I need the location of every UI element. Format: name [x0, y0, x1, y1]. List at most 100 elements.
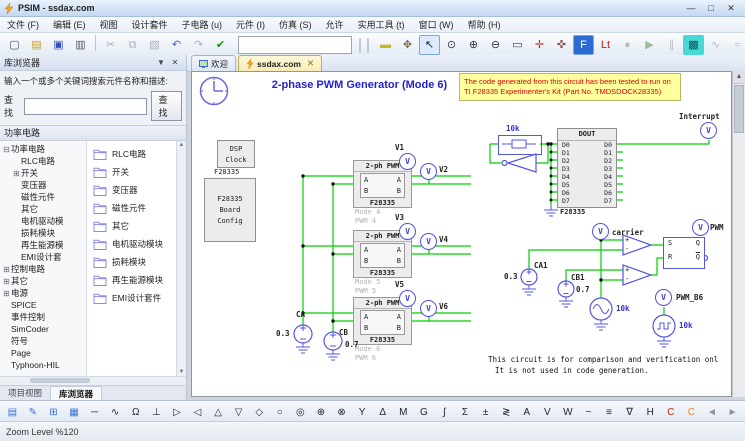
element-button[interactable]: ∫: [435, 403, 454, 422]
element-button[interactable]: ○: [271, 403, 290, 422]
element-button[interactable]: △: [209, 403, 228, 422]
tree-item[interactable]: 符号: [0, 335, 86, 347]
maximize-button[interactable]: □: [701, 3, 721, 13]
menu-item[interactable]: 文件 (F): [0, 18, 46, 31]
probe-v5[interactable]: V: [399, 290, 416, 307]
tree-item[interactable]: ⊟功率电路: [0, 143, 86, 155]
element-button[interactable]: ─: [85, 403, 104, 422]
element-button[interactable]: ◎: [291, 403, 310, 422]
element-button[interactable]: ⊗: [332, 403, 351, 422]
tree-expander-icon[interactable]: ⊞: [2, 265, 11, 274]
toolbar-button[interactable]: ⊕: [463, 35, 484, 55]
toolbar-button[interactable]: ▣: [48, 35, 69, 55]
element-button[interactable]: ◄: [703, 403, 722, 422]
search-input[interactable]: [24, 98, 147, 115]
toolbar-button[interactable]: ↷: [188, 35, 209, 55]
element-button[interactable]: Y: [353, 403, 372, 422]
element-button[interactable]: ≷: [497, 403, 516, 422]
sidebar-close-icon[interactable]: ✕: [168, 58, 182, 67]
tab-close-icon[interactable]: ✕: [307, 58, 314, 69]
toolbar-button[interactable]: ▬: [375, 35, 396, 55]
library-folder[interactable]: 变压器: [87, 181, 176, 199]
library-folder[interactable]: 其它: [87, 217, 176, 235]
minimize-button[interactable]: —: [681, 3, 701, 13]
probe-v1[interactable]: V: [399, 153, 416, 170]
element-button[interactable]: ◁: [188, 403, 207, 422]
canvas-vertical-scrollbar[interactable]: ▲: [732, 71, 745, 397]
tree-item[interactable]: ⊞其它: [0, 275, 86, 287]
toolbar-button[interactable]: ∿: [705, 35, 726, 55]
tree-hscrollbar[interactable]: [0, 376, 186, 385]
probe-v4[interactable]: V: [420, 233, 437, 250]
library-folder[interactable]: 开关: [87, 163, 176, 181]
element-button[interactable]: V: [538, 403, 557, 422]
library-folder[interactable]: 电机驱动模块: [87, 235, 176, 253]
menu-item[interactable]: 实用工具 (t): [351, 18, 412, 31]
menu-item[interactable]: 子电路 (u): [175, 18, 230, 31]
element-button[interactable]: ⊥: [147, 403, 166, 422]
element-button[interactable]: W: [559, 403, 578, 422]
tree-item[interactable]: 其它: [0, 203, 86, 215]
resistor-10k[interactable]: [498, 135, 542, 155]
close-button[interactable]: ✕: [721, 3, 741, 14]
toolbar-button[interactable]: ⧉: [122, 35, 143, 55]
menu-item[interactable]: 设计套件: [125, 18, 175, 31]
tree-item[interactable]: SimCoder: [0, 323, 86, 335]
element-button[interactable]: ∇: [620, 403, 639, 422]
scroll-up-icon[interactable]: ▲: [733, 71, 745, 84]
element-button[interactable]: ✎: [24, 403, 43, 422]
toolbar-button[interactable]: ✜: [551, 35, 572, 55]
element-button[interactable]: Ω: [126, 403, 145, 422]
element-button[interactable]: ▦: [65, 403, 84, 422]
toolbar-button[interactable]: ≈: [727, 35, 745, 55]
probe-pwm-b6[interactable]: V: [655, 289, 672, 306]
probe-v3[interactable]: V: [399, 223, 416, 240]
library-folder[interactable]: 再生能源模块: [87, 271, 176, 289]
probe-interrupt[interactable]: V: [700, 122, 717, 139]
toolbar-button[interactable]: Lt: [595, 35, 616, 55]
toolbar-button[interactable]: ▢: [4, 35, 25, 55]
dout-block[interactable]: DOUT D0D0D1D1D2D2D3D3D4D4D5D5D6D6D7D7: [557, 128, 617, 208]
tab-ssdax[interactable]: ssdax.com ✕: [238, 55, 322, 71]
schematic-sheet[interactable]: 2-phase PWM Generator (Mode 6) The code …: [191, 71, 732, 397]
element-button[interactable]: H: [641, 403, 660, 422]
tree-item[interactable]: 再生能源模: [0, 239, 86, 251]
element-button[interactable]: ▽: [229, 403, 248, 422]
toolbar-button[interactable]: ⊖: [485, 35, 506, 55]
tree-item[interactable]: ⊞开关: [0, 167, 86, 179]
element-button[interactable]: ◇: [250, 403, 269, 422]
tree-item[interactable]: 电机驱动模: [0, 215, 86, 227]
menu-item[interactable]: 窗口 (W): [412, 18, 461, 31]
toolbar-button[interactable]: ▤: [26, 35, 47, 55]
tree-expander-icon[interactable]: ⊞: [2, 289, 11, 298]
toolbar-button[interactable]: ✥: [397, 35, 418, 55]
library-folder[interactable]: 损耗模块: [87, 253, 176, 271]
toolbar-button[interactable]: ▩: [683, 35, 704, 55]
search-button[interactable]: 查找: [151, 91, 183, 121]
menu-item[interactable]: 仿真 (S): [272, 18, 319, 31]
element-button[interactable]: C: [682, 403, 701, 422]
library-section-header[interactable]: 功率电路: [0, 125, 186, 141]
element-button[interactable]: C: [662, 403, 681, 422]
toolbar-button[interactable]: F: [573, 35, 594, 55]
tree-item[interactable]: RLC电路: [0, 155, 86, 167]
element-button[interactable]: ~: [579, 403, 598, 422]
library-folder[interactable]: 磁性元件: [87, 199, 176, 217]
tree-item[interactable]: Typhoon-HIL: [0, 359, 86, 371]
toolbar-button[interactable]: ✔: [210, 35, 231, 55]
toolbar-button[interactable]: ▶: [639, 35, 660, 55]
element-button[interactable]: ±: [476, 403, 495, 422]
element-button[interactable]: G: [415, 403, 434, 422]
element-button[interactable]: Σ: [456, 403, 475, 422]
tree-item[interactable]: Page: [0, 347, 86, 359]
toolbar-button[interactable]: ∥: [661, 35, 682, 55]
tree-item[interactable]: 磁性元件: [0, 191, 86, 203]
toolbar-button[interactable]: ●: [617, 35, 638, 55]
tree-item[interactable]: 损耗模块: [0, 227, 86, 239]
sidebar-tab[interactable]: 项目视图: [0, 386, 50, 400]
sidebar-tab[interactable]: 库浏览器: [50, 386, 102, 400]
probe-v6[interactable]: V: [420, 300, 437, 317]
toolbar-button[interactable]: ▥: [70, 35, 91, 55]
probe-pwm[interactable]: V: [692, 219, 709, 236]
sr-flipflop[interactable]: SQ RQ: [663, 237, 705, 269]
